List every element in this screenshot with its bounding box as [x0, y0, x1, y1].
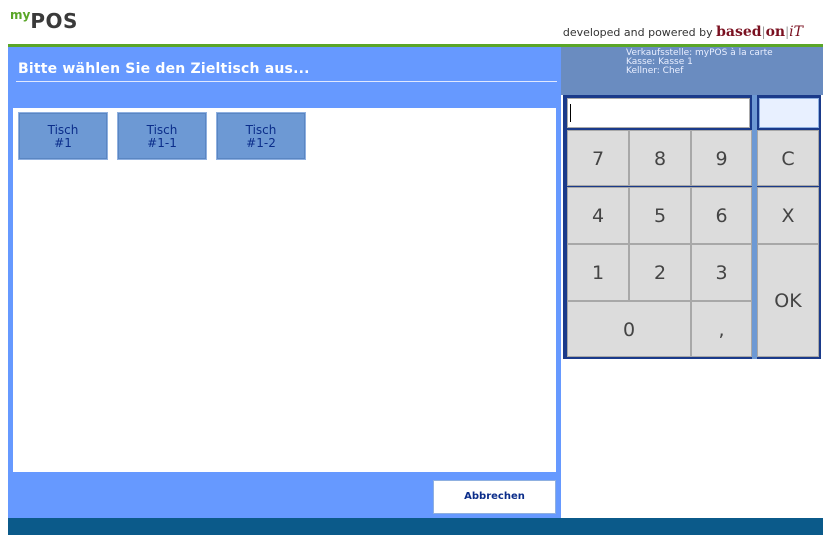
waiter-label: Kellner: Chef — [626, 66, 684, 76]
logo-prefix: my — [10, 8, 31, 22]
cancel-button[interactable]: Abbrechen — [433, 480, 556, 514]
key-8[interactable]: 8 — [629, 130, 691, 186]
table-button-1-2[interactable]: Tisch #1-2 — [216, 112, 306, 160]
key-0[interactable]: 0 — [567, 301, 691, 357]
page-title: Bitte wählen Sie den Zieltisch aus... — [18, 61, 310, 77]
table-button-number: #1-2 — [246, 136, 276, 150]
key-3[interactable]: 3 — [691, 244, 752, 301]
session-info: Verkaufsstelle: myPOS à la carte Kasse: … — [561, 47, 823, 95]
powered-by: developed and powered by based|on|iT — [563, 24, 803, 40]
mypos-logo: myPOS — [10, 8, 78, 33]
text-caret — [570, 104, 571, 122]
amount-input[interactable] — [567, 98, 750, 128]
powered-by-text: developed and powered by — [562, 26, 713, 39]
table-button-1[interactable]: Tisch #1 — [18, 112, 108, 160]
multiply-button[interactable]: X — [757, 187, 819, 244]
title-bar: Bitte wählen Sie den Zieltisch aus... — [8, 47, 561, 84]
key-7[interactable]: 7 — [567, 130, 629, 186]
clear-button[interactable]: C — [757, 130, 819, 186]
table-button-number: #1-1 — [147, 136, 177, 150]
status-bar — [8, 518, 823, 535]
ok-button[interactable]: OK — [757, 244, 819, 357]
key-1[interactable]: 1 — [567, 244, 629, 301]
key-9[interactable]: 9 — [691, 130, 752, 186]
title-underline — [16, 81, 557, 82]
quantity-display[interactable] — [759, 98, 819, 128]
brand-it: iT — [789, 24, 803, 40]
table-button-number: #1 — [54, 136, 72, 150]
logo-name: POS — [30, 9, 78, 33]
key-6[interactable]: 6 — [691, 187, 752, 244]
header: myPOS developed and powered by based|on|… — [8, 8, 823, 44]
key-5[interactable]: 5 — [629, 187, 691, 244]
table-select-panel: Bitte wählen Sie den Zieltisch aus... Ti… — [8, 47, 561, 518]
pos-window: myPOS developed and powered by based|on|… — [8, 8, 823, 535]
table-list: Tisch #1 Tisch #1-1 Tisch #1-2 — [13, 108, 556, 472]
comma-button[interactable]: , — [691, 301, 752, 357]
brand-on: on — [765, 24, 786, 40]
numeric-keypad: 7 8 9 C 4 5 6 X 1 2 3 OK 0 , — [563, 95, 821, 359]
key-2[interactable]: 2 — [629, 244, 691, 301]
table-button-1-1[interactable]: Tisch #1-1 — [117, 112, 207, 160]
keypad-panel: Verkaufsstelle: myPOS à la carte Kasse: … — [561, 47, 823, 518]
session-info-lines: Verkaufsstelle: myPOS à la carte Kasse: … — [626, 49, 773, 76]
key-4[interactable]: 4 — [567, 187, 629, 244]
brand-based: based — [716, 24, 762, 40]
